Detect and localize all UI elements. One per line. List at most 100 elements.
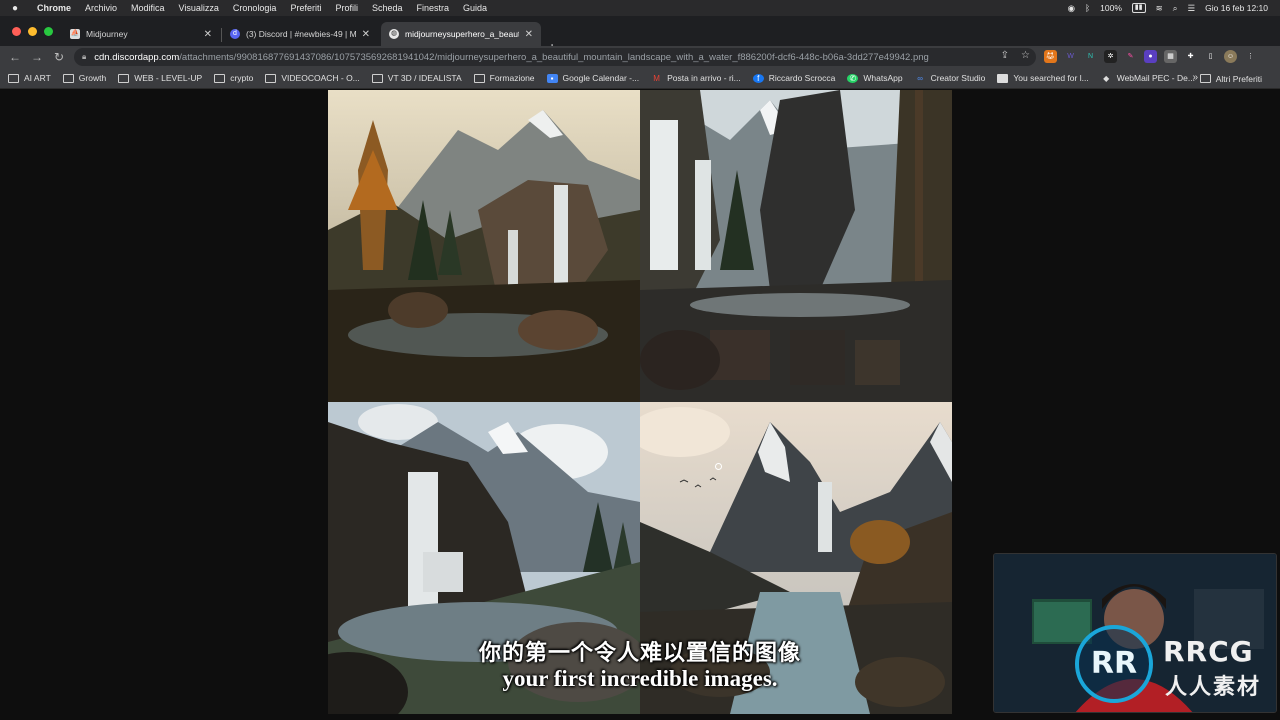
menu-profili[interactable]: Profili [328, 0, 365, 16]
menu-guida[interactable]: Guida [456, 0, 494, 16]
folder-icon [118, 73, 130, 83]
record-icon[interactable]: ◉ [1068, 3, 1075, 14]
bookmark-videocoach[interactable]: VIDEOCOACH - O... [265, 73, 360, 83]
zoom-window-icon[interactable] [44, 27, 53, 36]
battery-percent: 100% [1100, 3, 1122, 13]
bookmark-google-calendar[interactable]: ▪ Google Calendar -... [546, 73, 640, 83]
close-tab-icon[interactable]: ✕ [525, 29, 533, 40]
facebook-icon: f [752, 73, 764, 83]
bluetooth-icon[interactable]: ᛒ [1085, 3, 1090, 13]
bookmark-you-searched[interactable]: You searched for l... [997, 73, 1089, 83]
menu-modifica[interactable]: Modifica [124, 0, 172, 16]
url-path: /attachments/990816877691437086/10757356… [179, 51, 929, 63]
extension-w-icon[interactable]: W [1064, 50, 1077, 63]
bookmark-ai-art[interactable]: AI ART [8, 73, 51, 83]
tab-image-active[interactable]: ◍ midjourneysuperhero_a_beauti ✕ [381, 22, 541, 46]
metamask-extension-icon[interactable]: 🦊︎ [1044, 50, 1057, 63]
battery-icon[interactable]: ▮▮ [1131, 3, 1146, 13]
bookmark-webmail-pec[interactable]: ◆ WebMail PEC - De... [1101, 73, 1195, 83]
clock[interactable]: Gio 16 feb 12:10 [1205, 3, 1268, 13]
image-grid[interactable] [328, 90, 952, 714]
extensions-area: 🦊︎ W N ✲ ✎ ● ▦ ✚ ▯ ☺ ⋮ [1044, 50, 1257, 63]
back-arrow-icon[interactable]: ← [4, 50, 26, 64]
control-center-icon[interactable]: ☰ [1188, 3, 1196, 14]
close-window-icon[interactable] [12, 27, 21, 36]
folder-icon [62, 73, 74, 83]
side-panel-icon[interactable]: ▯ [1204, 50, 1217, 63]
landscape-image-1[interactable] [328, 90, 640, 402]
bookmark-label: WhatsApp [863, 73, 903, 83]
reload-icon[interactable]: ↻ [48, 50, 70, 64]
extensions-puzzle-icon[interactable]: ✚ [1184, 50, 1197, 63]
folder-icon [8, 73, 19, 83]
bookmark-label: Altri Preferiti [1215, 73, 1262, 84]
bookmark-label: Posta in arrivo - ri... [667, 73, 741, 83]
profile-avatar[interactable]: ☺ [1224, 50, 1237, 63]
bookmark-label: Creator Studio [930, 73, 986, 83]
waterfall-landscape-picture [328, 90, 640, 402]
extension-n-icon[interactable]: N [1084, 50, 1097, 63]
menu-scheda[interactable]: Scheda [365, 0, 410, 16]
extension-purple-icon[interactable]: ● [1144, 50, 1157, 63]
lock-icon[interactable]: 🔒︎ [82, 52, 86, 62]
bookmark-formazione[interactable]: Formazione [473, 73, 535, 83]
bookmarks-overflow-chevron-icon[interactable]: » [1192, 72, 1198, 83]
bookmark-vt3d-idealista[interactable]: VT 3D / IDEALISTA [371, 73, 462, 83]
bookmark-whatsapp[interactable]: ✆ WhatsApp [847, 73, 903, 83]
forward-arrow-icon[interactable]: → [26, 50, 48, 64]
menu-cronologia[interactable]: Cronologia [226, 0, 284, 16]
menu-visualizza[interactable]: Visualizza [172, 0, 226, 16]
webmail-icon: ◆ [1103, 73, 1110, 83]
bookmark-label: AI ART [24, 73, 51, 83]
extension-pen-icon[interactable]: ✎ [1124, 50, 1137, 63]
landscape-image-2[interactable] [640, 90, 952, 402]
meta-icon: ∞ [917, 73, 923, 83]
spotlight-search-icon[interactable]: ⌕ [1173, 3, 1178, 14]
more-menu-icon[interactable]: ⋮ [1244, 50, 1257, 63]
close-tab-icon[interactable]: ✕ [362, 29, 370, 40]
bookmark-other-favorites[interactable]: Altri Preferiti [1199, 68, 1262, 89]
bookmark-label: Google Calendar -... [562, 73, 640, 83]
watermark-brand: RRCG [1163, 635, 1254, 668]
address-bar-actions: ⇪ ☆ [1001, 50, 1030, 61]
bookmark-crypto[interactable]: crypto [214, 73, 253, 83]
globe-favicon-icon: ◍ [389, 29, 399, 39]
bookmark-creator-studio[interactable]: ∞ Creator Studio [915, 73, 986, 83]
folder-icon [371, 73, 383, 83]
apple-icon[interactable]: ● [0, 3, 30, 14]
watermark-subtitle: 人人素材 [1165, 675, 1262, 700]
wifi-icon[interactable]: ≋ [1156, 3, 1163, 14]
extension-grid-icon[interactable]: ▦ [1164, 50, 1177, 63]
menu-finestra[interactable]: Finestra [410, 0, 457, 16]
bookmark-star-icon[interactable]: ☆ [1021, 50, 1030, 61]
calendar-icon: ▪ [546, 73, 558, 83]
minimize-window-icon[interactable] [28, 27, 37, 36]
bookmark-web-level-up[interactable]: WEB - LEVEL-UP [118, 73, 202, 83]
bookmark-facebook[interactable]: f Riccardo Scrocca [752, 73, 836, 83]
menu-preferiti[interactable]: Preferiti [283, 0, 328, 16]
tab-discord[interactable]: d (3) Discord | #newbies-49 | M... ✕ [222, 22, 378, 46]
bookmark-growth[interactable]: Growth [62, 73, 106, 83]
close-tab-icon[interactable]: ✕ [204, 29, 212, 40]
bookmarks-bar: AI ART Growth WEB - LEVEL-UP crypto VIDE… [0, 68, 1280, 89]
bookmark-label: VIDEOCOACH - O... [281, 73, 360, 83]
address-bar[interactable]: 🔒︎ cdn.discordapp.com/attachments/990816… [74, 48, 1036, 66]
share-icon[interactable]: ⇪ [1001, 50, 1009, 61]
macos-menubar: ● Chrome Archivio Modifica Visualizza Cr… [0, 0, 1280, 16]
extension-openai-icon[interactable]: ✲ [1104, 50, 1117, 63]
bookmark-gmail[interactable]: M Posta in arrivo - ri... [651, 73, 741, 83]
whatsapp-icon: ✆ [847, 73, 859, 83]
discord-favicon-icon: d [230, 29, 240, 39]
tab-title: (3) Discord | #newbies-49 | M... [246, 29, 356, 39]
menu-app-name[interactable]: Chrome [30, 0, 78, 16]
browser-toolbar: ← → ↻ 🔒︎ cdn.discordapp.com/attachments/… [0, 46, 1280, 68]
bookmark-label: Riccardo Scrocca [768, 73, 836, 83]
tab-title: midjourneysuperhero_a_beauti [405, 29, 519, 39]
mouse-cursor [715, 463, 722, 470]
tab-midjourney[interactable]: ⛵ Midjourney ✕ [62, 22, 220, 46]
folder-icon [265, 73, 277, 83]
window-controls [12, 27, 53, 36]
browser-tab-strip: ⛵ Midjourney ✕ d (3) Discord | #newbies-… [0, 16, 1280, 55]
bookmark-label: You searched for l... [1013, 73, 1089, 83]
menu-archivio[interactable]: Archivio [78, 0, 124, 16]
